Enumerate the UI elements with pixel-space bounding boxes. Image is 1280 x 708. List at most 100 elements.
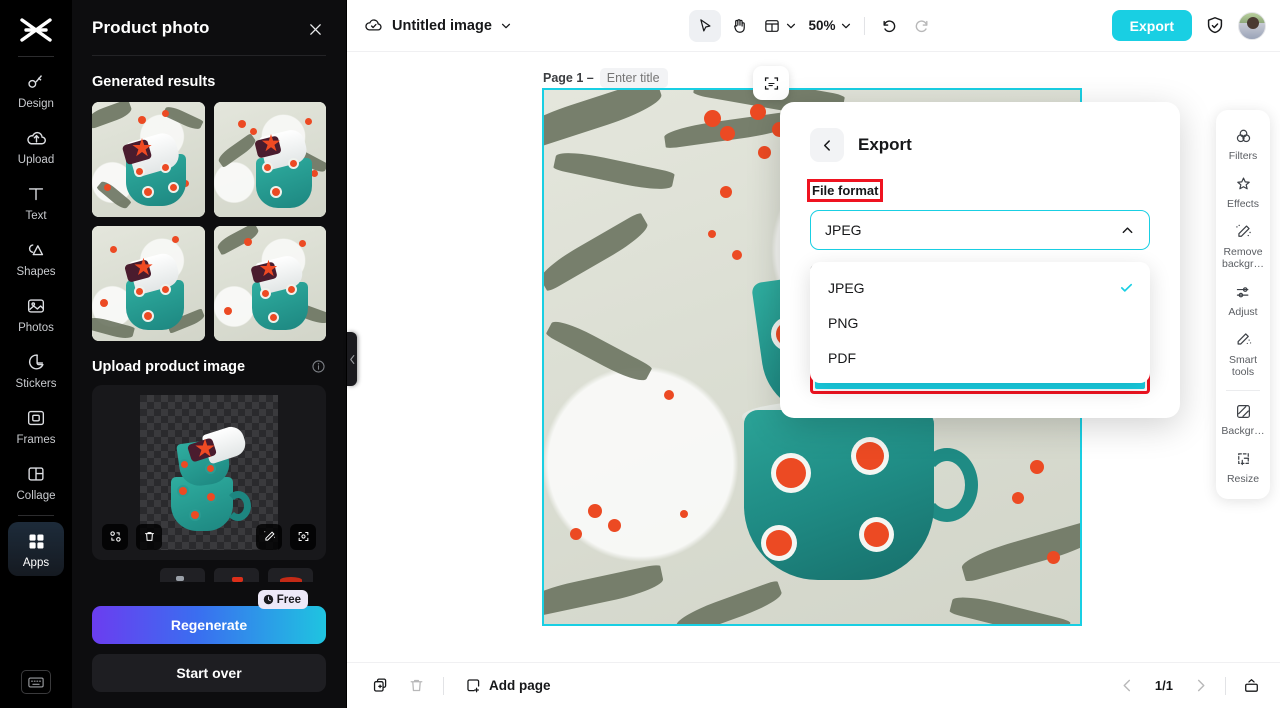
sidebar-item-collage[interactable]: Collage: [8, 455, 64, 509]
expand-icon[interactable]: [290, 523, 316, 550]
sidebar-item-frames[interactable]: Frames: [8, 399, 64, 453]
file-format-option-png[interactable]: PNG: [810, 305, 1150, 340]
sidebar-item-apps[interactable]: Apps: [8, 522, 64, 576]
file-format-dropdown[interactable]: JPEG PNG PDF: [810, 262, 1150, 383]
tool-filters[interactable]: Filters: [1218, 120, 1268, 168]
generated-result-thumbnail[interactable]: [213, 102, 326, 217]
tools-divider: [1226, 390, 1260, 391]
style-thumbnail[interactable]: [214, 567, 259, 582]
sidebar-item-photos[interactable]: Photos: [8, 287, 64, 341]
tool-adjust[interactable]: Adjust: [1218, 276, 1268, 324]
redo-button[interactable]: [907, 10, 939, 42]
generated-result-thumbnail[interactable]: [92, 225, 205, 341]
document-name[interactable]: Untitled image: [363, 15, 512, 36]
panel-body: Generated results Upload product image: [72, 56, 346, 606]
close-icon[interactable]: [304, 18, 326, 40]
capcut-logo[interactable]: [16, 14, 56, 46]
top-right-actions: Export: [1111, 10, 1266, 41]
filters-icon: [1234, 127, 1253, 146]
shield-check-icon[interactable]: [1204, 15, 1226, 37]
panel-collapse-handle[interactable]: [347, 332, 357, 386]
generated-results-title: Generated results: [92, 74, 216, 90]
add-page-icon: [465, 677, 482, 694]
keyboard-shortcuts-icon[interactable]: [21, 670, 51, 694]
sidebar-label: Photos: [18, 322, 54, 334]
generated-result-thumbnail[interactable]: [213, 225, 326, 341]
remove-background-icon: [1234, 223, 1253, 242]
duplicate-page-icon[interactable]: [365, 671, 395, 701]
shapes-icon: [24, 238, 48, 262]
design-icon: [24, 70, 48, 94]
export-button[interactable]: Export: [1111, 10, 1192, 41]
file-format-select[interactable]: JPEG: [810, 210, 1150, 250]
next-page-button[interactable]: [1185, 671, 1215, 701]
sidebar-label: Upload: [17, 154, 55, 166]
layout-tool[interactable]: [756, 10, 800, 42]
sidebar-item-shapes[interactable]: Shapes: [8, 231, 64, 285]
style-thumbnail-strip[interactable]: [92, 567, 326, 582]
product-image-uploader[interactable]: [92, 384, 326, 560]
capcut-image-editor: Design Upload Text Shapes Photos Sticker…: [0, 0, 1280, 708]
file-format-label-wrap: File format: [806, 179, 1150, 202]
free-badge: Free: [257, 590, 308, 609]
chevron-down-icon: [784, 20, 796, 32]
background-icon: [1234, 402, 1253, 421]
undo-button[interactable]: [873, 10, 905, 42]
page-indicator: 1/1: [1154, 678, 1173, 693]
sidebar-label: Design: [18, 98, 54, 110]
file-format-option-pdf[interactable]: PDF: [810, 340, 1150, 375]
export-popover: Export File format JPEG JPEG PNG PDF: [780, 102, 1180, 418]
file-format-value: JPEG: [825, 222, 862, 238]
left-rail: Design Upload Text Shapes Photos Sticker…: [0, 0, 72, 708]
right-tools-panel: Filters Effects Remove backgr… Adjust Sm…: [1216, 110, 1270, 499]
toolbar-divider: [863, 16, 865, 35]
panel-footer: Free Regenerate Start over: [72, 590, 346, 708]
upload-cloud-icon: [24, 126, 48, 150]
delete-page-icon[interactable]: [401, 671, 431, 701]
sidebar-item-text[interactable]: Text: [8, 175, 64, 229]
chevron-down-icon[interactable]: [500, 20, 512, 32]
style-thumbnail[interactable]: [268, 567, 313, 582]
stickers-icon: [24, 350, 48, 374]
rail-divider-2: [18, 515, 54, 516]
avatar[interactable]: [1238, 11, 1266, 40]
page-title-input[interactable]: [599, 68, 668, 88]
tool-resize[interactable]: Resize: [1218, 443, 1268, 491]
delete-icon[interactable]: [136, 523, 162, 550]
tool-remove-background[interactable]: Remove backgr…: [1218, 216, 1268, 276]
tool-background[interactable]: Backgr…: [1218, 395, 1268, 443]
sidebar-item-design[interactable]: Design: [8, 63, 64, 117]
chevron-down-icon: [840, 20, 852, 32]
tool-label: Backgr…: [1221, 425, 1265, 437]
tool-smart-tools[interactable]: Smart tools: [1218, 324, 1268, 384]
rail-divider: [18, 56, 54, 57]
sidebar-label: Stickers: [15, 378, 57, 390]
start-over-button[interactable]: Start over: [92, 654, 326, 692]
add-page-button[interactable]: Add page: [456, 671, 560, 701]
crop-resize-icon[interactable]: [753, 66, 789, 100]
tool-effects[interactable]: Effects: [1218, 168, 1268, 216]
present-icon[interactable]: [1236, 671, 1266, 701]
edit-magic-icon[interactable]: [256, 523, 282, 550]
tool-label: Filters: [1228, 150, 1258, 162]
zoom-control[interactable]: 50%: [802, 10, 855, 42]
sidebar-item-upload[interactable]: Upload: [8, 119, 64, 173]
hand-tool[interactable]: [722, 10, 754, 42]
frames-icon: [24, 406, 48, 430]
page-label: Page 1 –: [543, 71, 594, 85]
info-icon[interactable]: [311, 359, 326, 374]
regenerate-button[interactable]: Regenerate: [92, 606, 326, 644]
product-photo-panel: Product photo Generated results Upload p…: [72, 0, 347, 708]
file-format-option-jpeg[interactable]: JPEG: [810, 270, 1150, 305]
select-tool[interactable]: [688, 9, 721, 42]
style-thumbnail[interactable]: [160, 567, 205, 582]
upload-section-title: Upload product image: [92, 358, 246, 375]
back-button[interactable]: [810, 128, 844, 162]
generated-result-thumbnail[interactable]: [92, 102, 205, 217]
tool-label: Smart tools: [1228, 354, 1257, 378]
variations-icon[interactable]: [102, 523, 128, 550]
generated-results-grid: [92, 102, 326, 341]
sidebar-item-stickers[interactable]: Stickers: [8, 343, 64, 397]
option-label: PNG: [828, 314, 859, 331]
prev-page-button[interactable]: [1113, 671, 1143, 701]
